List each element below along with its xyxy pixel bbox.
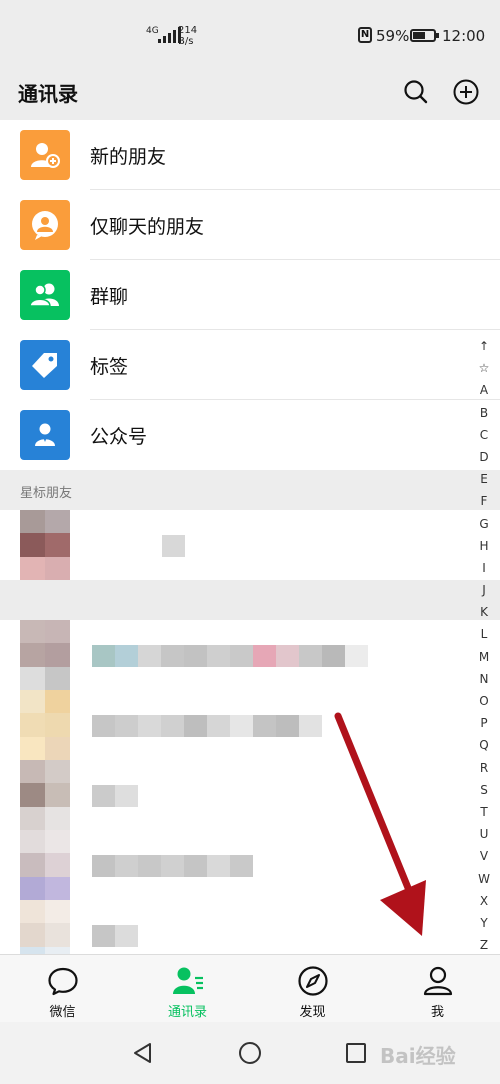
back-icon[interactable] — [132, 1042, 154, 1064]
nfc-icon: N — [358, 27, 372, 43]
speed-value: 214 — [178, 25, 198, 36]
index-letter[interactable]: J — [482, 579, 486, 601]
battery-percent: 59% — [376, 27, 410, 45]
starred-section-title: 星标朋友 — [20, 486, 73, 501]
avatar — [20, 690, 70, 760]
group-chats-label: 群聊 — [90, 286, 129, 308]
speed-unit: B/s — [178, 36, 194, 47]
contact-name-redacted — [92, 645, 368, 667]
index-letter[interactable]: A — [480, 379, 488, 401]
search-button[interactable] — [402, 78, 430, 106]
header: 通讯录 — [0, 70, 500, 120]
contacts-icon — [172, 967, 203, 994]
tab-chats-label: 微信 — [49, 1005, 76, 1020]
index-letter[interactable]: F — [481, 490, 488, 512]
tags-label: 标签 — [90, 356, 129, 378]
add-friend-icon — [20, 130, 70, 180]
index-letter[interactable]: ☆ — [479, 357, 490, 379]
index-letter[interactable]: B — [480, 402, 488, 424]
avatar — [20, 620, 70, 690]
index-letter[interactable]: U — [480, 823, 489, 845]
clock: 12:00 — [442, 27, 486, 45]
tag-icon — [20, 340, 70, 390]
tab-contacts[interactable]: 通讯录 — [125, 955, 250, 1022]
index-letter[interactable]: X — [480, 890, 488, 912]
new-friends-item[interactable]: 新的朋友 — [0, 120, 500, 190]
index-letter[interactable]: Y — [480, 912, 487, 934]
status-bar: 4G 214 B/s N 59% 12:00 — [0, 0, 500, 70]
contact-name-redacted — [162, 535, 185, 557]
section-divider — [0, 580, 500, 620]
index-letter[interactable]: H — [479, 535, 488, 557]
contact-name-redacted — [92, 785, 138, 807]
network-type: 4G — [146, 26, 159, 36]
index-letter[interactable]: ↑ — [479, 335, 489, 357]
tab-discover[interactable]: 发现 — [250, 955, 375, 1022]
index-letter[interactable]: R — [480, 757, 488, 779]
recent-apps-icon[interactable] — [346, 1043, 366, 1063]
network-speed: 214 B/s — [178, 25, 197, 47]
group-icon — [20, 270, 70, 320]
index-letter[interactable]: T — [480, 801, 487, 823]
tab-me[interactable]: 我 — [375, 955, 500, 1022]
index-letter[interactable]: M — [479, 646, 489, 668]
contact-row[interactable] — [0, 620, 500, 690]
official-accounts-item[interactable]: 公众号 — [0, 400, 500, 470]
chat-only-friends-item[interactable]: 仅聊天的朋友 — [0, 190, 500, 260]
index-letter[interactable]: I — [482, 557, 486, 579]
chat-bubble-icon — [47, 967, 78, 996]
index-letter[interactable]: G — [479, 513, 488, 535]
index-letter[interactable]: P — [480, 712, 487, 734]
tab-me-label: 我 — [430, 1005, 444, 1020]
new-friends-label: 新的朋友 — [90, 146, 167, 168]
person-icon — [423, 966, 452, 996]
index-letter[interactable]: S — [480, 779, 488, 801]
tags-item[interactable]: 标签 — [0, 330, 500, 400]
system-navigation-bar: Bai经验 — [0, 1022, 500, 1084]
index-letter[interactable]: W — [478, 868, 490, 890]
index-letter[interactable]: N — [480, 668, 489, 690]
index-letter[interactable]: L — [481, 623, 488, 645]
contact-name-redacted — [92, 925, 138, 947]
group-chats-item[interactable]: 群聊 — [0, 260, 500, 330]
index-letter[interactable]: O — [479, 690, 488, 712]
page-title: 通讯录 — [18, 82, 78, 106]
home-icon[interactable] — [239, 1042, 261, 1064]
search-icon — [404, 80, 428, 104]
avatar — [20, 900, 70, 954]
contact-name-redacted — [92, 715, 322, 737]
compass-icon — [297, 966, 328, 996]
index-letter[interactable]: Q — [479, 734, 488, 756]
annotation-arrow-icon — [334, 712, 426, 936]
avatar — [20, 830, 70, 900]
watermark: Bai经验 — [380, 1044, 456, 1068]
alphabet-index-bar[interactable]: ↑☆ABCDEFGHIJKLMNOPQRSTUVWXYZ# — [476, 335, 492, 954]
starred-section-header: 星标朋友 — [0, 470, 500, 510]
index-letter[interactable]: K — [480, 601, 488, 623]
contact-name-redacted — [92, 855, 253, 877]
contact-row[interactable] — [0, 510, 500, 580]
index-letter[interactable]: D — [479, 446, 488, 468]
tab-chats[interactable]: 微信 — [0, 955, 125, 1022]
official-accounts-label: 公众号 — [90, 426, 148, 448]
bottom-tab-bar: 微信 通讯录 发现 我 — [0, 954, 500, 1022]
add-button[interactable] — [452, 78, 480, 106]
avatar — [20, 760, 70, 830]
battery-icon — [410, 29, 439, 42]
plus-circle-icon — [453, 79, 479, 105]
index-letter[interactable]: E — [480, 468, 488, 490]
index-letter[interactable]: V — [480, 845, 488, 867]
tab-discover-label: 发现 — [299, 1005, 326, 1020]
tab-contacts-label: 通讯录 — [167, 1005, 207, 1020]
chat-only-icon — [20, 200, 70, 250]
index-letter[interactable]: Z — [480, 934, 488, 954]
avatar — [20, 510, 70, 580]
chat-only-friends-label: 仅聊天的朋友 — [90, 216, 205, 238]
index-letter[interactable]: C — [480, 424, 488, 446]
official-account-icon — [20, 410, 70, 460]
